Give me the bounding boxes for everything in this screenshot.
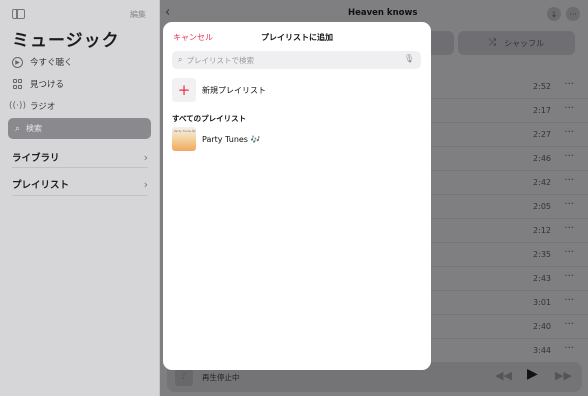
track-row[interactable]: 2:52 ··· — [430, 75, 588, 99]
track-more-icon[interactable]: ··· — [564, 79, 574, 90]
track-duration: 2:52 — [533, 82, 551, 91]
sheet-title: プレイリストに追加 — [261, 33, 333, 42]
track-row[interactable]: 2:27 ··· — [430, 123, 588, 147]
track-duration: 3:44 — [533, 346, 551, 355]
new-playlist-label: 新規プレイリスト — [202, 85, 266, 95]
sidebar-item-label: 今すぐ聴く — [30, 58, 73, 68]
sidebar-item-listen-now[interactable]: ▶ 今すぐ聴く — [12, 53, 73, 71]
sidebar-toggle-icon[interactable] — [12, 9, 25, 19]
section-label: プレイリスト — [12, 180, 70, 191]
track-row[interactable]: 2:42 ··· — [430, 171, 588, 195]
track-row[interactable]: 2:17 ··· — [430, 99, 588, 123]
divider — [12, 195, 148, 196]
track-more-icon[interactable]: ··· — [564, 271, 574, 282]
track-more-icon[interactable]: ··· — [564, 151, 574, 162]
track-more-icon[interactable]: ··· — [564, 103, 574, 114]
grid-icon — [12, 78, 23, 90]
track-more-icon[interactable]: ··· — [564, 127, 574, 138]
microphone-icon[interactable]: 🎙 — [404, 54, 414, 63]
edit-button[interactable]: 編集 — [130, 9, 146, 20]
track-more-icon[interactable]: ··· — [564, 175, 574, 186]
track-more-icon[interactable]: ··· — [564, 343, 574, 354]
music-note-icon: ♪ — [175, 368, 193, 386]
playlist-artwork-text: Party Tunes 🎶 — [174, 129, 196, 133]
fast-forward-icon[interactable]: ▶▶ — [555, 369, 572, 382]
sidebar-title: ミュージック — [12, 31, 120, 51]
track-duration: 2:27 — [533, 130, 551, 139]
new-playlist-button[interactable]: + 新規プレイリスト — [172, 78, 266, 102]
sidebar-item-label: 見つける — [30, 80, 65, 90]
track-duration: 2:46 — [533, 154, 551, 163]
plus-icon: + — [172, 78, 196, 102]
album-title: Heaven knows — [348, 8, 418, 18]
chevron-right-icon: › — [143, 177, 148, 191]
shuffle-label: シャッフル — [504, 38, 545, 48]
section-label: ライブラリ — [12, 153, 60, 164]
track-row[interactable]: 2:43 ··· — [430, 267, 588, 291]
all-playlists-header: すべてのプレイリスト — [172, 114, 247, 123]
rewind-icon[interactable]: ◀◀ — [495, 369, 512, 382]
player-status: 再生停止中 — [202, 373, 240, 382]
sidebar: 編集 ミュージック ▶ 今すぐ聴く 見つける ((·)) ラジオ ⌕ 検索 ライ… — [0, 0, 160, 396]
shuffle-icon: ⤮ — [488, 38, 497, 48]
playlist-item[interactable]: Party Tunes 🎶 Party Tunes 🎶 — [172, 127, 260, 151]
play-circle-icon: ▶ — [12, 56, 23, 68]
cancel-button[interactable]: キャンセル — [173, 32, 213, 43]
track-row[interactable]: 2:12 ··· — [430, 219, 588, 243]
track-duration: 3:01 — [533, 298, 551, 307]
search-placeholder: プレイリストで検索 — [186, 55, 254, 65]
back-chevron-icon[interactable]: ‹ — [165, 5, 170, 20]
track-duration: 2:12 — [533, 226, 551, 235]
track-duration: 2:17 — [533, 106, 551, 115]
track-duration: 2:42 — [533, 178, 551, 187]
track-row[interactable]: 2:05 ··· — [430, 195, 588, 219]
more-options-icon[interactable]: ··· — [566, 7, 580, 21]
track-duration: 2:40 — [533, 322, 551, 331]
track-row[interactable]: 3:01 ··· — [430, 291, 588, 315]
playlist-search-input[interactable]: ⌕ プレイリストで検索 🎙 — [172, 51, 421, 69]
play-icon[interactable]: ▶ — [527, 366, 538, 382]
search-icon: ⌕ — [15, 123, 21, 134]
add-to-playlist-sheet: キャンセル プレイリストに追加 ⌕ プレイリストで検索 🎙 + 新規プレイリスト… — [163, 22, 431, 370]
sidebar-item-label: ラジオ — [30, 102, 56, 112]
track-duration: 2:05 — [533, 202, 551, 211]
track-more-icon[interactable]: ··· — [564, 319, 574, 330]
divider — [12, 167, 148, 168]
sidebar-item-label: 検索 — [26, 124, 43, 133]
shuffle-button[interactable]: ⤮ シャッフル — [458, 31, 575, 55]
track-duration: 2:43 — [533, 274, 551, 283]
track-row[interactable]: 3:44 ··· — [430, 339, 588, 363]
playlist-artwork: Party Tunes 🎶 — [172, 127, 196, 151]
download-icon[interactable]: ↓ — [547, 7, 561, 21]
sidebar-item-browse[interactable]: 見つける — [12, 75, 64, 93]
sidebar-section-playlists[interactable]: プレイリスト › — [12, 177, 148, 192]
track-more-icon[interactable]: ··· — [564, 295, 574, 306]
radio-waves-icon: ((·)) — [9, 101, 26, 111]
track-more-icon[interactable]: ··· — [564, 199, 574, 210]
sidebar-section-library[interactable]: ライブラリ › — [12, 150, 148, 165]
play-button[interactable] — [430, 31, 454, 55]
chevron-right-icon: › — [143, 150, 148, 164]
sidebar-item-radio[interactable]: ((·)) ラジオ — [9, 97, 56, 115]
playlist-name: Party Tunes 🎶 — [202, 134, 261, 144]
track-row[interactable]: 2:46 ··· — [430, 147, 588, 171]
search-icon: ⌕ — [178, 55, 183, 64]
track-duration: 2:35 — [533, 250, 551, 259]
track-more-icon[interactable]: ··· — [564, 247, 574, 258]
track-row[interactable]: 2:35 ··· — [430, 243, 588, 267]
track-more-icon[interactable]: ··· — [564, 223, 574, 234]
track-row[interactable]: 2:40 ··· — [430, 315, 588, 339]
sidebar-item-search[interactable]: ⌕ 検索 — [8, 118, 151, 139]
